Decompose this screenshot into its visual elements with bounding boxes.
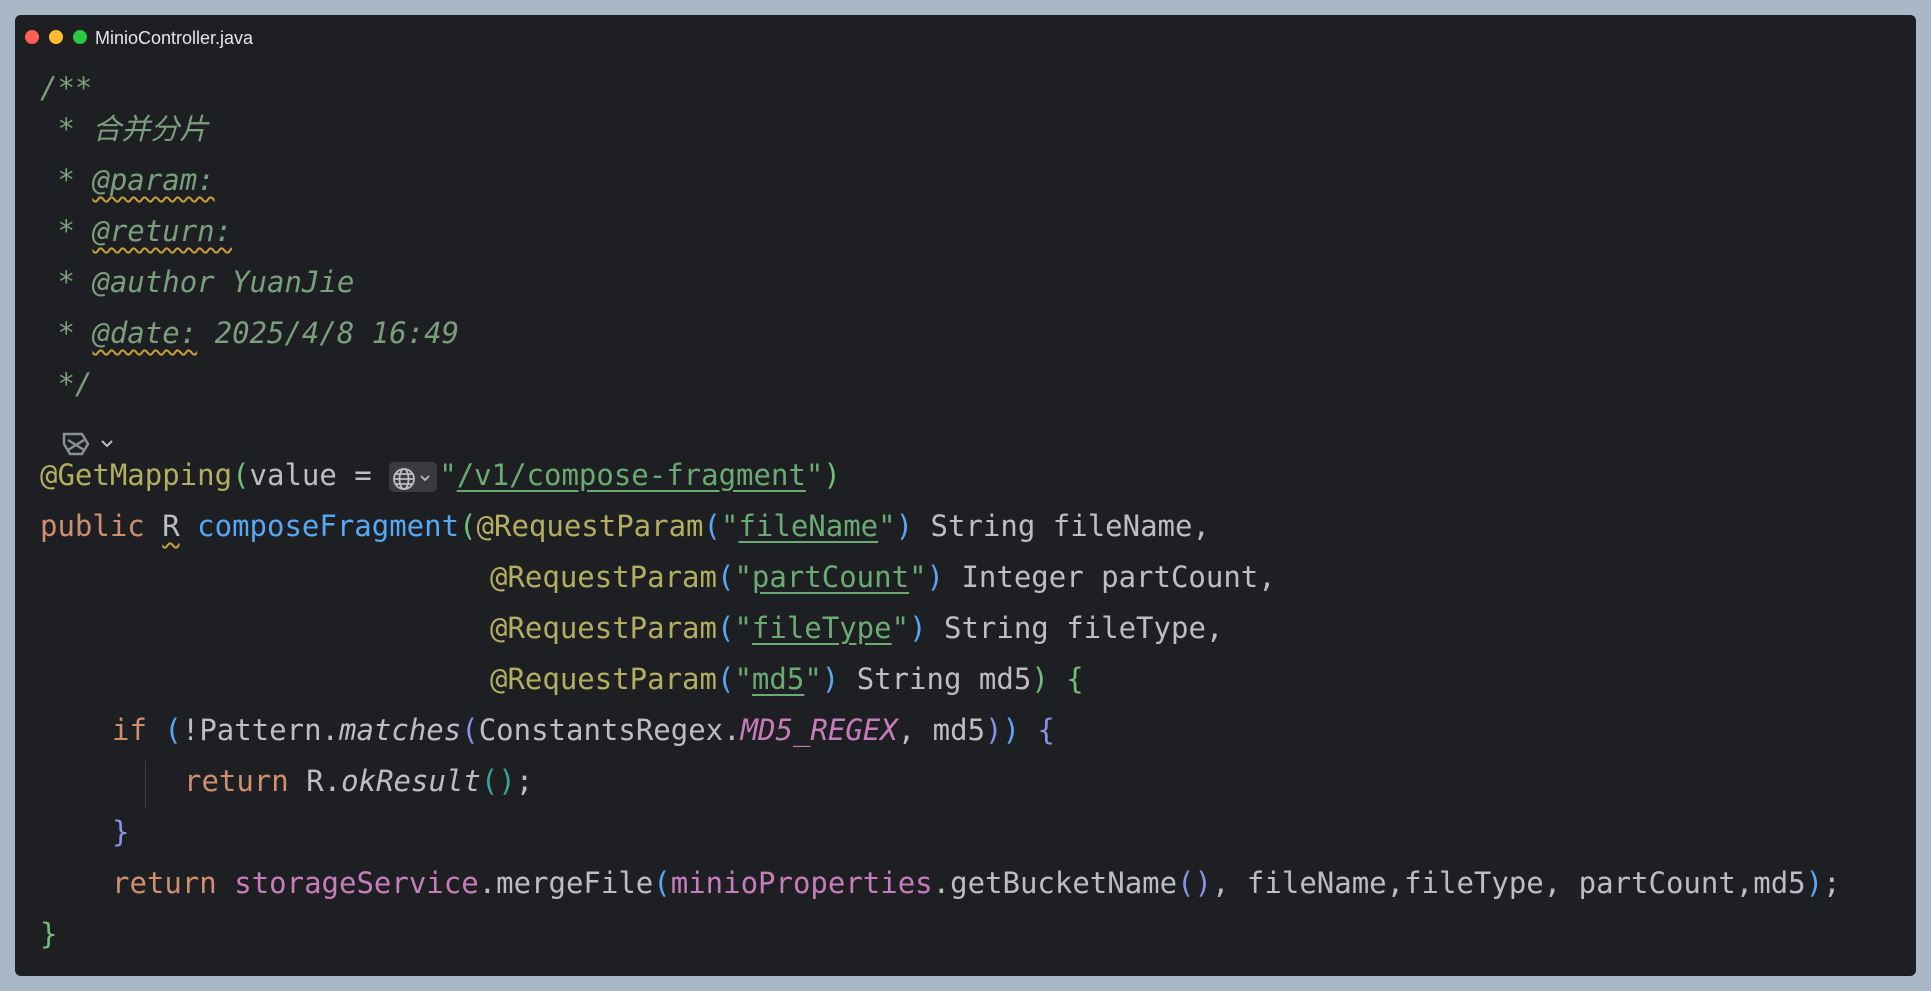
code-line: @GetMapping(value = "/v1/compose-fragmen… <box>40 458 841 492</box>
code-line: * @author YuanJie <box>40 265 355 299</box>
code-line: * 合并分片 <box>40 112 209 146</box>
doc-date-value: 2025/4/8 16:49 <box>197 316 460 350</box>
code-line: } <box>40 917 58 951</box>
file-title: MinioController.java <box>95 28 254 48</box>
annotation-getmapping: @GetMapping <box>40 458 233 492</box>
mapping-path[interactable]: /v1/compose-fragment <box>457 458 806 492</box>
code-line: /** <box>40 71 93 105</box>
code-line: * @return: <box>40 214 233 248</box>
minimize-window-button[interactable] <box>49 30 63 44</box>
code-line: return R.okResult(); <box>184 764 534 798</box>
doc-date-tag: @date: <box>92 316 198 350</box>
close-window-button[interactable] <box>25 30 39 44</box>
indent-guide <box>145 761 146 809</box>
code-line: */ <box>40 367 93 401</box>
code-line: * @date: 2025/4/8 16:49 <box>40 316 460 350</box>
doc-author-value: YuanJie <box>214 265 355 299</box>
title-bar: MinioController.java <box>15 15 1916 61</box>
code-line: @RequestParam("md5") String md5) { <box>490 662 1084 696</box>
editor-window: MinioController.java /** * 合并分片 * @param… <box>15 15 1916 976</box>
globe-icon[interactable] <box>389 462 438 492</box>
code-line: * @param: <box>40 163 215 197</box>
doc-param-tag: @param: <box>92 163 215 197</box>
code-line: return storageService.mergeFile(minioPro… <box>112 866 1841 900</box>
code-line: public R composeFragment(@RequestParam("… <box>40 509 1210 543</box>
doc-author-tag: @author <box>92 265 215 299</box>
doc-return-tag: @return: <box>92 214 233 248</box>
code-line: if (!Pattern.matches(ConstantsRegex.MD5_… <box>112 713 1055 747</box>
code-line: } <box>112 815 130 849</box>
code-line: @RequestParam("fileType") String fileTyp… <box>490 611 1224 645</box>
code-line: @RequestParam("partCount") Integer partC… <box>490 560 1276 594</box>
doc-summary: 合并分片 <box>92 112 209 146</box>
maximize-window-button[interactable] <box>73 30 87 44</box>
method-name[interactable]: composeFragment <box>197 509 459 543</box>
